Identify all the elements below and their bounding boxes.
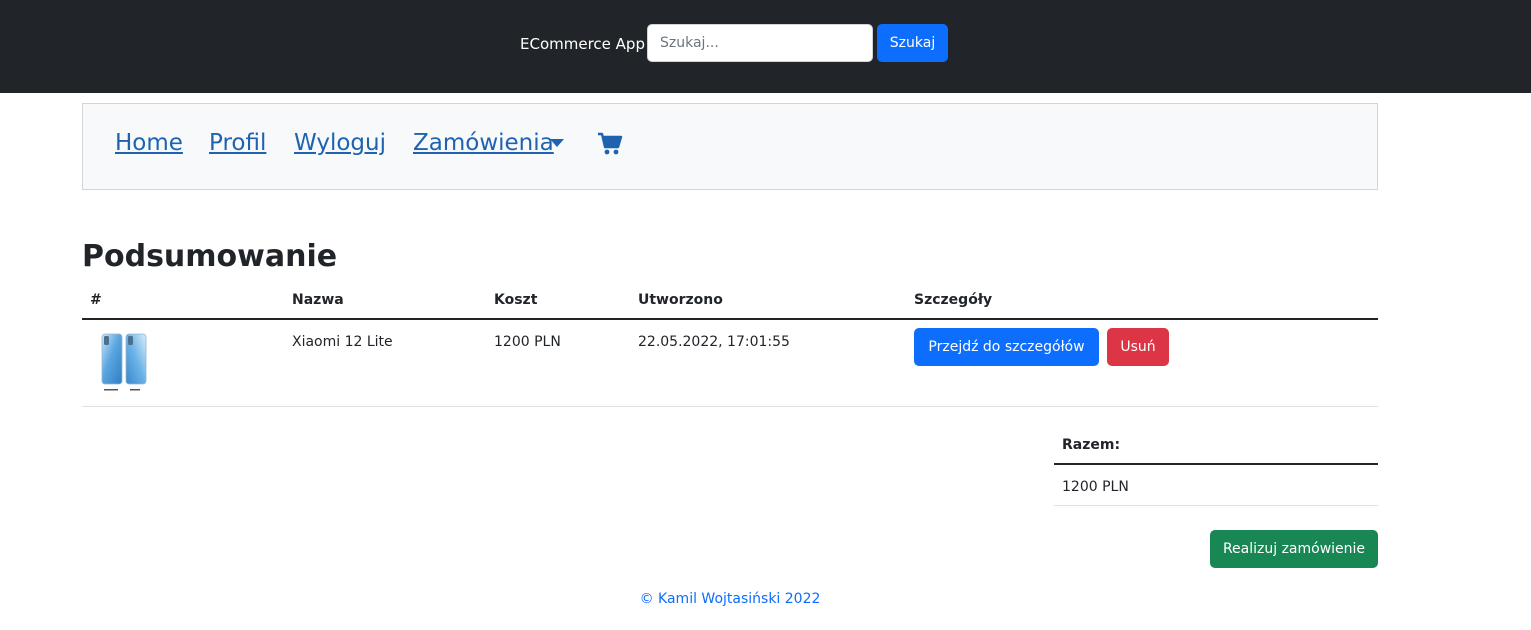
search-button[interactable]: Szukaj [877, 24, 948, 62]
nav-link-logout[interactable]: Wyloguj [294, 128, 386, 158]
page-title: Podsumowanie [82, 239, 338, 274]
column-header-cost: Koszt [494, 292, 538, 308]
total-header-divider [1054, 463, 1378, 465]
product-cost: 1200 PLN [494, 334, 561, 350]
total-value: 1200 PLN [1062, 479, 1129, 495]
column-header-details: Szczegóły [914, 292, 993, 308]
column-header-number: # [90, 292, 102, 308]
search-input[interactable] [647, 24, 873, 62]
place-order-button[interactable]: Realizuj zamówienie [1210, 530, 1378, 568]
product-name: Xiaomi 12 Lite [292, 334, 393, 350]
main-nav: Home Profil Wyloguj Zamówienia [82, 103, 1378, 190]
footer-copyright: © Kamil Wojtasiński 2022 [639, 591, 821, 607]
column-header-created: Utworzono [638, 292, 723, 308]
product-thumbnail-image [92, 328, 156, 398]
brand-name[interactable]: ECommerce App [520, 34, 645, 54]
chevron-down-icon[interactable] [550, 139, 564, 147]
nav-link-profile[interactable]: Profil [209, 128, 266, 158]
top-navbar: ECommerce App Szukaj [0, 0, 1531, 93]
remove-button[interactable]: Usuń [1107, 328, 1169, 366]
table-header-divider [82, 318, 1378, 320]
shopping-cart-icon[interactable] [597, 132, 623, 156]
nav-link-home[interactable]: Home [115, 128, 183, 158]
order-created-date: 22.05.2022, 17:01:55 [638, 334, 790, 350]
table-row-divider [82, 406, 1378, 407]
total-label: Razem: [1062, 437, 1121, 453]
details-button[interactable]: Przejdź do szczegółów [914, 328, 1099, 366]
total-row-divider [1054, 505, 1378, 506]
column-header-name: Nazwa [292, 292, 344, 308]
nav-link-orders[interactable]: Zamówienia [413, 128, 554, 158]
